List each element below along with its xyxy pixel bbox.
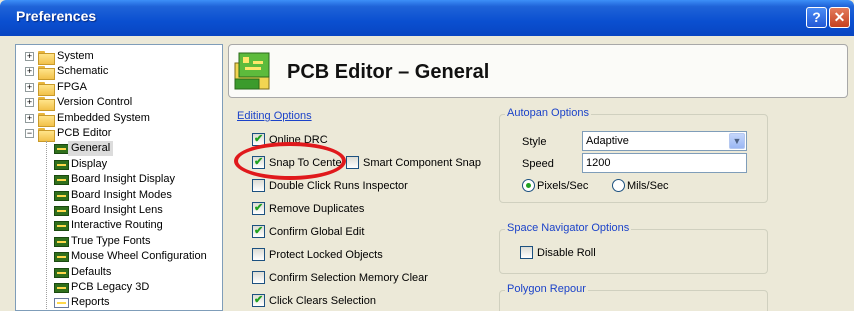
- double-click-runs-inspector-checkbox[interactable]: [252, 179, 265, 192]
- tree-item[interactable]: + System: [16, 49, 222, 65]
- tree-item-label: Interactive Routing: [71, 219, 163, 231]
- smart-component-snap-label: Smart Component Snap: [363, 157, 482, 169]
- folder-icon: [38, 51, 55, 65]
- pcb-3d-icon: [54, 283, 69, 293]
- page-header: PCB Editor – General: [228, 44, 848, 98]
- tree-item-label: System: [57, 50, 94, 62]
- pcb-editor-icon: [234, 52, 270, 90]
- chevron-down-icon[interactable]: ▼: [729, 133, 745, 149]
- tree-item-label: Schematic: [57, 65, 109, 77]
- expand-icon[interactable]: +: [25, 83, 34, 92]
- folder-icon: [38, 97, 55, 111]
- expand-icon[interactable]: +: [25, 52, 34, 61]
- expand-icon[interactable]: +: [25, 98, 34, 107]
- polygon-repour-label: Polygon Repour: [505, 283, 588, 295]
- tree-item[interactable]: + Schematic: [16, 64, 222, 80]
- confirm-global-edit-checkbox[interactable]: [252, 224, 265, 238]
- tree-item-label: Mouse Wheel Configuration: [71, 250, 207, 262]
- disable-roll-checkbox-row[interactable]: Disable Roll: [520, 245, 640, 261]
- report-icon: [54, 298, 69, 308]
- pcb-board-icon: [54, 144, 69, 154]
- disable-roll-checkbox[interactable]: [520, 246, 533, 259]
- title-bar: Preferences ? ✕: [0, 0, 854, 36]
- tree-item-label: PCB Editor: [57, 127, 112, 139]
- speed-input[interactable]: 1200: [582, 153, 747, 173]
- tree-item-label: Version Control: [57, 96, 133, 108]
- online-drc-checkbox-row[interactable]: Online DRC: [252, 132, 462, 148]
- remove-duplicates-checkbox-row[interactable]: Remove Duplicates: [252, 201, 462, 217]
- tree-item[interactable]: − PCB Editor: [16, 126, 222, 142]
- confirm-selection-memory-clear-label: Confirm Selection Memory Clear: [269, 272, 428, 284]
- click-clears-selection-checkbox-row[interactable]: Click Clears Selection: [252, 293, 462, 309]
- close-button[interactable]: ✕: [829, 7, 850, 28]
- preferences-tree[interactable]: + System + Schematic + FPGA + Version Control + E…: [15, 44, 223, 311]
- style-label: Style: [522, 136, 547, 148]
- space-navigator-label: Space Navigator Options: [505, 222, 632, 234]
- double-click-runs-inspector-checkbox-row[interactable]: Double Click Runs Inspector: [252, 178, 462, 194]
- folder-icon: [38, 82, 55, 96]
- expand-icon[interactable]: +: [25, 67, 34, 76]
- tree-item-label: Board Insight Display: [71, 173, 175, 185]
- pcb-board-icon: [54, 191, 69, 201]
- snap-to-center-label: Snap To Center: [269, 157, 346, 169]
- tree-item-label: FPGA: [57, 81, 87, 93]
- tree-item-label: General: [68, 141, 114, 156]
- mils-per-sec-label: Mils/Sec: [627, 180, 669, 192]
- smart-component-snap-checkbox[interactable]: [346, 156, 359, 169]
- pcb-board-icon: [54, 206, 69, 216]
- page-title: PCB Editor – General: [287, 61, 490, 83]
- mils-per-sec-radio[interactable]: [612, 179, 625, 192]
- expand-icon[interactable]: +: [25, 114, 34, 123]
- autopan-options-label: Autopan Options: [505, 107, 591, 119]
- collapse-icon[interactable]: −: [25, 129, 34, 138]
- tree-item-label: Board Insight Modes: [71, 189, 172, 201]
- tree-item-label: Embedded System: [57, 112, 150, 124]
- remove-duplicates-label: Remove Duplicates: [269, 203, 365, 215]
- style-select-value: Adaptive: [586, 135, 629, 147]
- tree-item-label: Defaults: [71, 266, 112, 278]
- pcb-board-icon: [54, 175, 69, 185]
- editing-options-label: Editing Options: [237, 110, 312, 122]
- confirm-selection-memory-clear-checkbox-row[interactable]: Confirm Selection Memory Clear: [252, 270, 462, 286]
- tree-connector-line: [46, 141, 47, 310]
- tree-item[interactable]: + Version Control: [16, 95, 222, 111]
- tree-item-label: PCB Legacy 3D: [71, 281, 150, 293]
- protect-locked-objects-label: Protect Locked Objects: [269, 249, 383, 261]
- protect-locked-objects-checkbox-row[interactable]: Protect Locked Objects: [252, 247, 462, 263]
- folder-icon: [38, 128, 55, 142]
- pcb-board-icon: [54, 237, 69, 247]
- pcb-board-icon: [54, 221, 69, 231]
- tree-item-label: Display: [71, 158, 108, 170]
- window-title: Preferences: [16, 8, 97, 24]
- speed-input-value: 1200: [586, 157, 611, 169]
- disable-roll-label: Disable Roll: [537, 247, 596, 259]
- style-select[interactable]: Adaptive ▼: [582, 131, 747, 151]
- polygon-repour-group: Polygon Repour: [499, 283, 768, 311]
- tree-item[interactable]: + FPGA: [16, 80, 222, 96]
- tree-item-label: True Type Fonts: [71, 235, 151, 247]
- tree-item-label: Reports: [71, 296, 110, 308]
- pcb-board-icon: [54, 252, 69, 262]
- online-drc-checkbox[interactable]: [252, 132, 265, 146]
- pixels-per-sec-label: Pixels/Sec: [537, 180, 589, 192]
- tree-item[interactable]: + Embedded System: [16, 111, 222, 127]
- click-clears-selection-checkbox[interactable]: [252, 293, 265, 307]
- help-button[interactable]: ?: [806, 7, 827, 28]
- pcb-board-icon: [54, 268, 69, 278]
- pcb-board-icon: [54, 160, 69, 170]
- folder-icon: [38, 113, 55, 127]
- double-click-runs-inspector-label: Double Click Runs Inspector: [269, 180, 408, 192]
- online-drc-label: Online DRC: [269, 134, 328, 146]
- protect-locked-objects-checkbox[interactable]: [252, 248, 265, 261]
- confirm-global-edit-label: Confirm Global Edit: [269, 226, 365, 238]
- snap-to-center-checkbox[interactable]: [252, 155, 265, 169]
- pixels-per-sec-radio[interactable]: [522, 179, 535, 192]
- remove-duplicates-checkbox[interactable]: [252, 201, 265, 215]
- tree-item-label: Board Insight Lens: [71, 204, 163, 216]
- confirm-global-edit-checkbox-row[interactable]: Confirm Global Edit: [252, 224, 462, 240]
- folder-icon: [38, 66, 55, 80]
- click-clears-selection-label: Click Clears Selection: [269, 295, 376, 307]
- speed-label: Speed: [522, 158, 554, 170]
- confirm-selection-memory-clear-checkbox[interactable]: [252, 271, 265, 284]
